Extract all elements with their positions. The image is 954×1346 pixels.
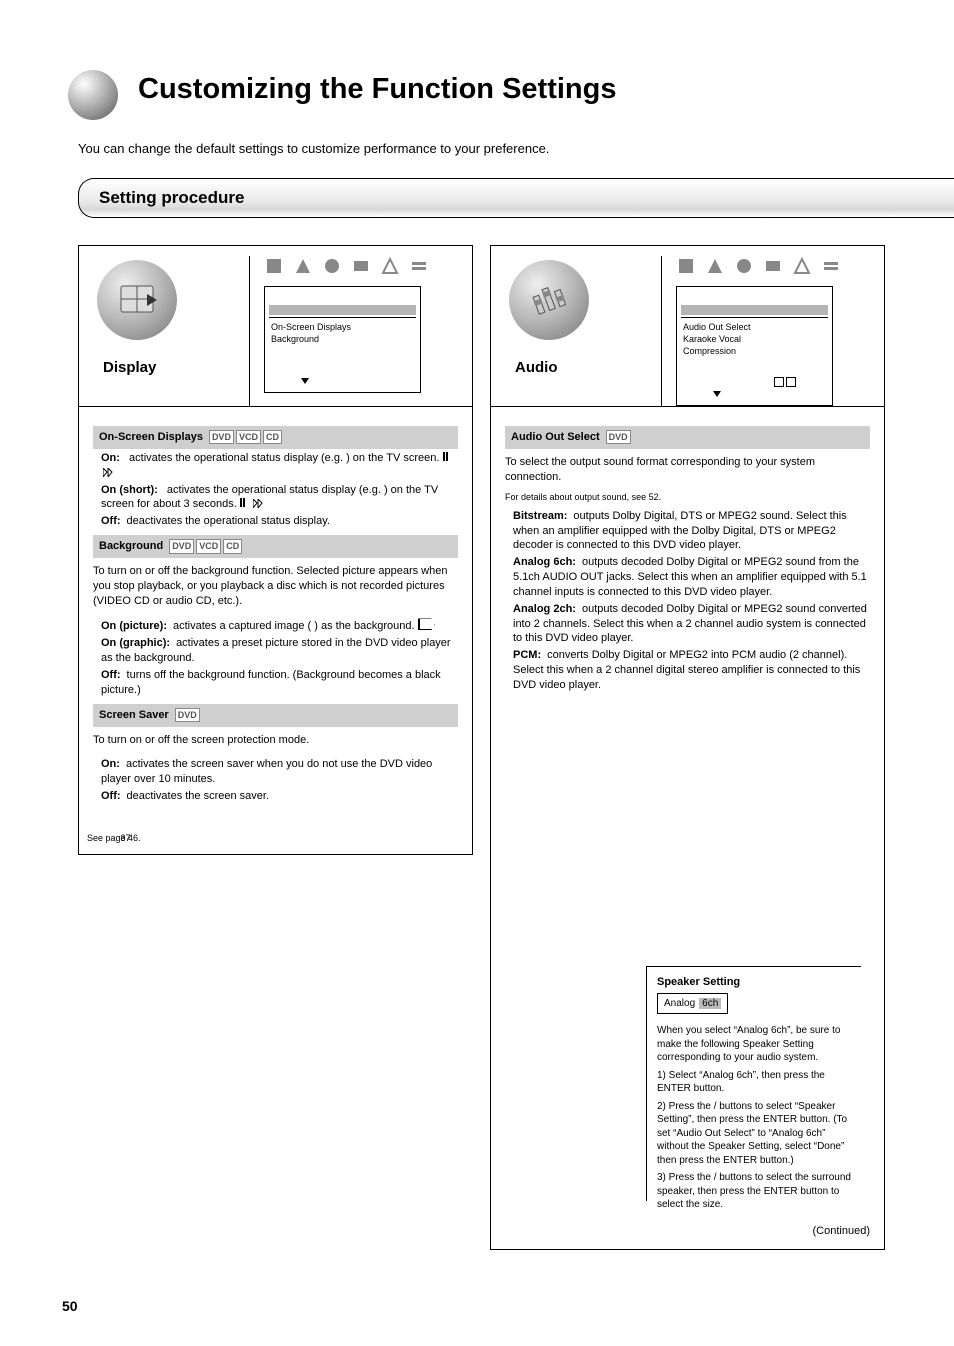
osd-row: Background <box>271 333 319 345</box>
footnote: See page 46. 37 <box>87 832 141 844</box>
tab-icon <box>264 256 284 276</box>
pause-icon <box>443 451 451 466</box>
osd-row: On-Screen Displays <box>271 321 351 333</box>
tab-icon <box>792 256 812 276</box>
setting-option: On:activates the screen saver when you d… <box>101 757 458 787</box>
setting-option: PCM:converts Dolby Digital or MPEG2 into… <box>513 648 870 693</box>
setting-option: Bitstream:outputs Dolby Digital, DTS or … <box>513 509 870 554</box>
column-body: On-Screen Displays DVDVCDCD On: activate… <box>79 406 472 854</box>
tab-icon <box>763 256 783 276</box>
tab-icon <box>409 256 429 276</box>
page-title: Customizing the Function Settings <box>138 70 616 109</box>
disc-tags: DVDVCDCD <box>209 430 282 444</box>
setting-option: Analog 2ch:outputs decoded Dolby Digital… <box>513 602 870 647</box>
column-body: Audio Out Select DVD To select the outpu… <box>491 406 884 1249</box>
slow-icon <box>251 497 269 512</box>
setting-desc: To turn on or off the screen protection … <box>93 733 458 748</box>
setting-option: On: activates the operational status dis… <box>101 451 458 481</box>
setting-desc: To select the output sound format corres… <box>505 455 870 485</box>
setting-heading: Background DVDVCDCD <box>93 535 458 558</box>
column-display: On-Screen Displays Background Display On… <box>78 245 473 855</box>
inset-text: When you select “Analog 6ch”, be sure to… <box>657 1024 855 1065</box>
setting-option: Off:turns off the background function. (… <box>101 668 458 698</box>
disc-tags: DVD <box>175 708 200 722</box>
tab-icon <box>380 256 400 276</box>
tab-icon <box>734 256 754 276</box>
setting-heading: On-Screen Displays DVDVCDCD <box>93 426 458 449</box>
continued-label: (Continued) <box>813 1224 870 1239</box>
marker-icon <box>418 618 435 630</box>
setting-option: On (picture):activates a captured image … <box>101 618 458 634</box>
setting-option: Off:deactivates the screen saver. <box>101 789 458 804</box>
speaker-setting-inset: Speaker Setting Analog6ch When you selec… <box>646 966 861 1201</box>
tab-icon <box>676 256 696 276</box>
tab-icon <box>821 256 841 276</box>
disc-tags: DVD <box>606 430 631 444</box>
osd-tab-icons <box>676 256 841 276</box>
audio-category-icon <box>509 260 589 340</box>
setting-option: On (graphic):activates a preset picture … <box>101 636 458 666</box>
column-title: Display <box>103 358 156 378</box>
column-header: On-Screen Displays Background Display <box>79 246 472 407</box>
inset-step: 3) Press the / buttons to select the sur… <box>657 1171 855 1212</box>
pause-icon <box>240 497 248 512</box>
section-ribbon: Setting procedure <box>78 178 954 218</box>
display-category-icon <box>97 260 177 340</box>
tab-icon <box>322 256 342 276</box>
tab-icon <box>351 256 371 276</box>
inset-step: 2) Press the / buttons to select “Speake… <box>657 1100 855 1168</box>
osd-preview: On-Screen Displays Background <box>264 286 421 393</box>
osd-row: Karaoke Vocal <box>683 333 741 345</box>
column-title: Audio <box>515 358 558 378</box>
tab-icon <box>705 256 725 276</box>
column-header: Audio Out Select Karaoke Vocal Compressi… <box>491 246 884 407</box>
disc-tags: DVDVCDCD <box>169 539 242 553</box>
inset-title: Speaker Setting <box>657 975 855 990</box>
osd-row: Audio Out Select <box>683 321 751 333</box>
setting-heading: Screen Saver DVD <box>93 704 458 727</box>
setting-option: Off:deactivates the operational status d… <box>101 514 458 529</box>
page-number: 50 <box>62 1297 78 1316</box>
osd-preview: Audio Out Select Karaoke Vocal Compressi… <box>676 286 833 406</box>
setting-option: Analog 6ch:outputs decoded Dolby Digital… <box>513 555 870 600</box>
note: For details about output sound, see 52. <box>505 491 870 503</box>
setting-option: On (short): activates the operational st… <box>101 483 458 513</box>
osd-row: Compression <box>683 345 736 357</box>
setting-desc: To turn on or off the background functio… <box>93 564 458 609</box>
inset-io: Analog6ch <box>657 993 728 1015</box>
tab-icon <box>293 256 313 276</box>
column-audio: Audio Out Select Karaoke Vocal Compressi… <box>490 245 885 1250</box>
inset-step: 1) Select “Analog 6ch”, then press the E… <box>657 1069 855 1096</box>
osd-tab-icons <box>264 256 429 276</box>
slow-icon <box>101 466 119 481</box>
setting-heading: Audio Out Select DVD <box>505 426 870 449</box>
page-subtitle: You can change the default settings to c… <box>78 140 549 158</box>
bullet-sphere-icon <box>68 70 118 120</box>
